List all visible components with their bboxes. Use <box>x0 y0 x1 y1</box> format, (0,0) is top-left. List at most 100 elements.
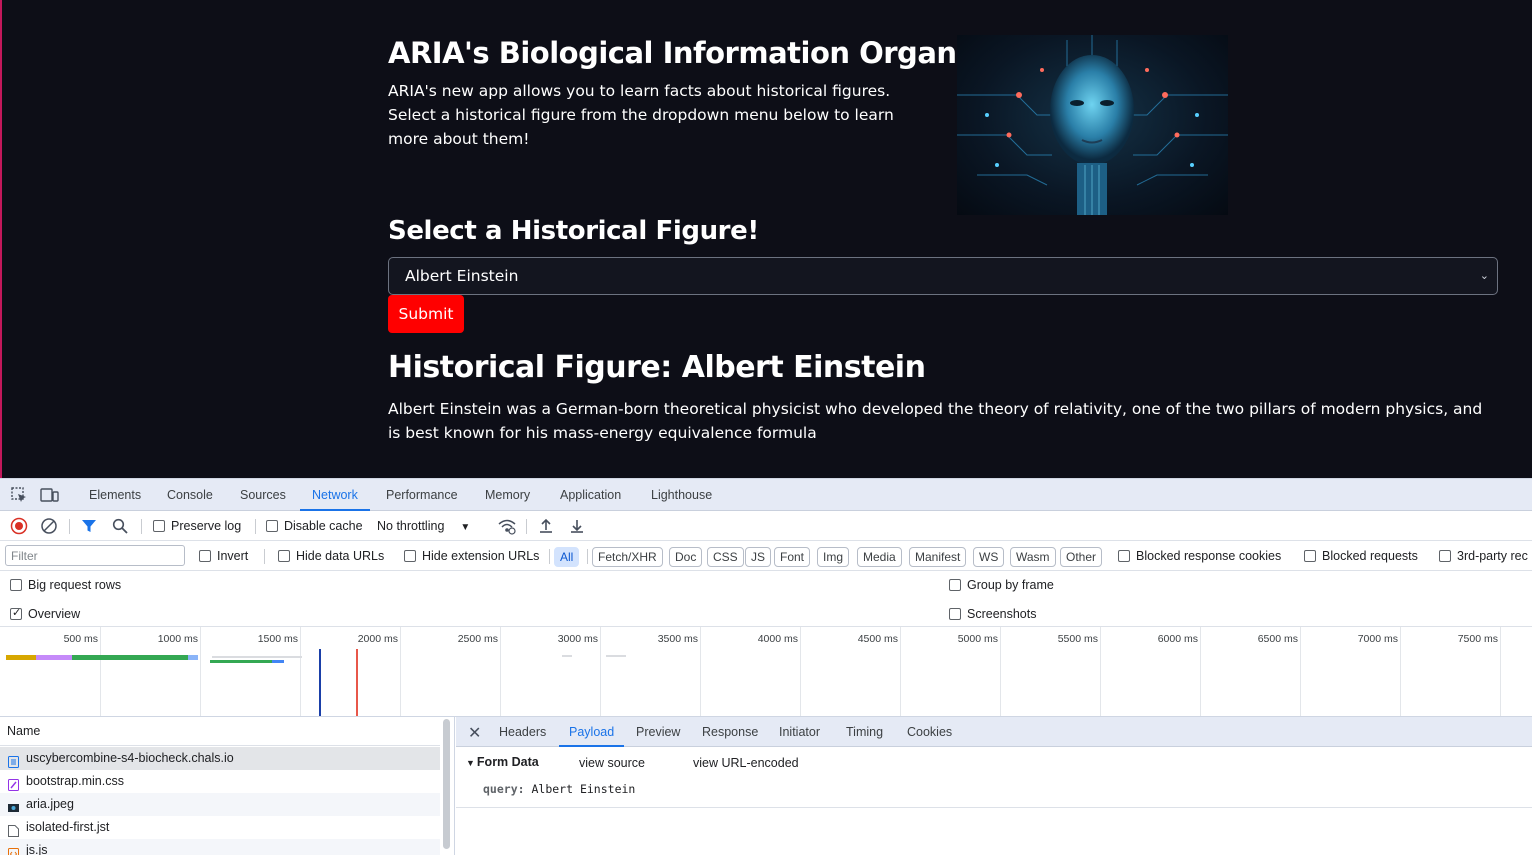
triangle-down-icon: ▼ <box>466 758 475 768</box>
tab-payload[interactable]: Payload <box>559 717 625 747</box>
payload-key: query: <box>483 782 525 796</box>
request-row[interactable]: aria.jpeg <box>0 793 440 816</box>
chevron-down-icon: ▼ <box>460 522 471 533</box>
record-stop-icon[interactable] <box>10 517 28 538</box>
request-row[interactable]: isolated-first.jst <box>0 816 440 839</box>
inspect-element-icon[interactable] <box>10 486 28 504</box>
type-filter-font[interactable]: Font <box>774 547 811 567</box>
third-party-requests-checkbox[interactable]: 3rd-party rec <box>1439 549 1528 563</box>
type-filter-doc[interactable]: Doc <box>669 547 703 567</box>
request-row[interactable]: bootstrap.min.css <box>0 770 440 793</box>
filter-funnel-icon[interactable] <box>81 518 97 537</box>
tab-performance[interactable]: Performance <box>386 479 458 511</box>
timeline-bar <box>212 656 302 658</box>
download-har-icon[interactable] <box>569 517 585 538</box>
big-request-rows-checkbox[interactable]: Big request rows <box>10 578 121 592</box>
device-toolbar-icon[interactable] <box>40 486 59 504</box>
network-overview-timeline[interactable]: 500 ms 1000 ms 1500 ms 2000 ms 2500 ms 3… <box>0 627 1532 717</box>
timeline-tick: 7500 ms <box>1457 633 1498 645</box>
timeline-tick: 6500 ms <box>1257 633 1298 645</box>
view-source-link[interactable]: view source <box>579 756 645 770</box>
tab-cookies[interactable]: Cookies <box>907 717 952 747</box>
aria-hero-image <box>957 35 1228 215</box>
timeline-tick: 5500 ms <box>1057 633 1098 645</box>
request-list-scrollbar[interactable] <box>443 719 450 849</box>
tab-elements[interactable]: Elements <box>89 479 141 511</box>
tab-response[interactable]: Response <box>702 717 758 747</box>
payload-entry: query: Albert Einstein <box>483 782 635 796</box>
request-detail-panel: ✕ Headers Payload Preview Response Initi… <box>456 717 1532 855</box>
filter-input[interactable]: Filter <box>5 545 185 566</box>
timeline-tick: 6000 ms <box>1157 633 1198 645</box>
tab-network[interactable]: Network <box>300 479 370 511</box>
type-filter-wasm[interactable]: Wasm <box>1010 547 1056 567</box>
result-title: Historical Figure: Albert Einstein <box>388 350 926 385</box>
timeline-bar <box>188 655 198 660</box>
invert-checkbox[interactable]: Invert <box>199 549 248 563</box>
devtools-tabbar: Elements Console Sources Network Perform… <box>0 479 1532 511</box>
page-title: ARIA's Biological Information Organizer <box>388 36 1016 70</box>
selected-figure-value: Albert Einstein <box>405 267 519 285</box>
timeline-tick: 5000 ms <box>957 633 998 645</box>
hide-extension-urls-checkbox[interactable]: Hide extension URLs <box>404 549 539 563</box>
timeline-bar <box>72 655 188 660</box>
timeline-bar <box>6 655 36 660</box>
payload-value: Albert Einstein <box>531 782 636 796</box>
view-url-encoded-link[interactable]: view URL-encoded <box>693 756 799 770</box>
timeline-tick: 2500 ms <box>457 633 498 645</box>
timeline-tick: 1000 ms <box>157 633 198 645</box>
devtools-panel: Elements Console Sources Network Perform… <box>0 478 1532 855</box>
blocked-response-cookies-checkbox[interactable]: Blocked response cookies <box>1118 549 1281 563</box>
tab-memory[interactable]: Memory <box>485 479 530 511</box>
blocked-requests-checkbox[interactable]: Blocked requests <box>1304 549 1418 563</box>
overview-checkbox[interactable]: Overview <box>10 606 80 621</box>
timeline-tick: 4500 ms <box>857 633 898 645</box>
throttling-select[interactable]: No throttling ▼ <box>377 519 470 533</box>
timeline-tick: 3500 ms <box>657 633 698 645</box>
timeline-tick: 3000 ms <box>557 633 598 645</box>
image-icon <box>8 799 19 812</box>
request-row[interactable]: js.js <box>0 839 440 855</box>
chevron-down-icon: ⌄ <box>1479 269 1489 282</box>
tab-console[interactable]: Console <box>167 479 213 511</box>
type-filter-ws[interactable]: WS <box>973 547 1005 567</box>
search-icon[interactable] <box>112 518 128 537</box>
screenshots-checkbox[interactable]: Screenshots <box>949 607 1036 621</box>
web-page-viewport: ARIA's Biological Information Organizer … <box>0 0 1532 478</box>
tab-preview[interactable]: Preview <box>636 717 680 747</box>
type-filter-all[interactable]: All <box>554 547 580 567</box>
name-column-header[interactable]: Name <box>0 717 440 746</box>
timeline-bar <box>36 655 72 660</box>
type-filter-fetch-xhr[interactable]: Fetch/XHR <box>592 547 663 567</box>
request-row[interactable]: uscybercombine-s4-biocheck.chals.io <box>0 747 440 770</box>
type-filter-css[interactable]: CSS <box>707 547 744 567</box>
type-filter-other[interactable]: Other <box>1060 547 1103 567</box>
tab-sources[interactable]: Sources <box>240 479 286 511</box>
dom-content-loaded-marker <box>319 649 321 716</box>
tab-initiator[interactable]: Initiator <box>779 717 820 747</box>
upload-har-icon[interactable] <box>538 517 554 538</box>
type-filter-img[interactable]: Img <box>817 547 850 567</box>
form-data-section-toggle[interactable]: ▼ Form Data <box>466 755 539 769</box>
network-conditions-icon[interactable] <box>497 517 517 538</box>
type-filter-js[interactable]: JS <box>745 547 772 567</box>
hide-data-urls-checkbox[interactable]: Hide data URLs <box>278 549 384 563</box>
submit-button[interactable]: Submit <box>388 295 464 333</box>
file-icon <box>8 822 19 837</box>
tab-lighthouse[interactable]: Lighthouse <box>651 479 712 511</box>
tab-application[interactable]: Application <box>560 479 621 511</box>
script-icon <box>8 845 19 855</box>
tab-timing[interactable]: Timing <box>846 717 883 747</box>
type-filter-manifest[interactable]: Manifest <box>909 547 967 567</box>
clear-icon[interactable] <box>40 517 58 538</box>
close-icon[interactable]: ✕ <box>468 723 481 743</box>
type-filter-media[interactable]: Media <box>857 547 902 567</box>
result-description: Albert Einstein was a German-born theore… <box>388 400 1483 442</box>
timeline-tick: 1500 ms <box>257 633 298 645</box>
historical-figure-select[interactable]: Albert Einstein ⌄ <box>388 257 1498 295</box>
disable-cache-checkbox[interactable]: Disable cache <box>266 519 363 533</box>
preserve-log-checkbox[interactable]: Preserve log <box>153 519 241 533</box>
page-intro: ARIA's new app allows you to learn facts… <box>388 82 894 148</box>
group-by-frame-checkbox[interactable]: Group by frame <box>949 578 1054 592</box>
tab-headers[interactable]: Headers <box>499 717 546 747</box>
